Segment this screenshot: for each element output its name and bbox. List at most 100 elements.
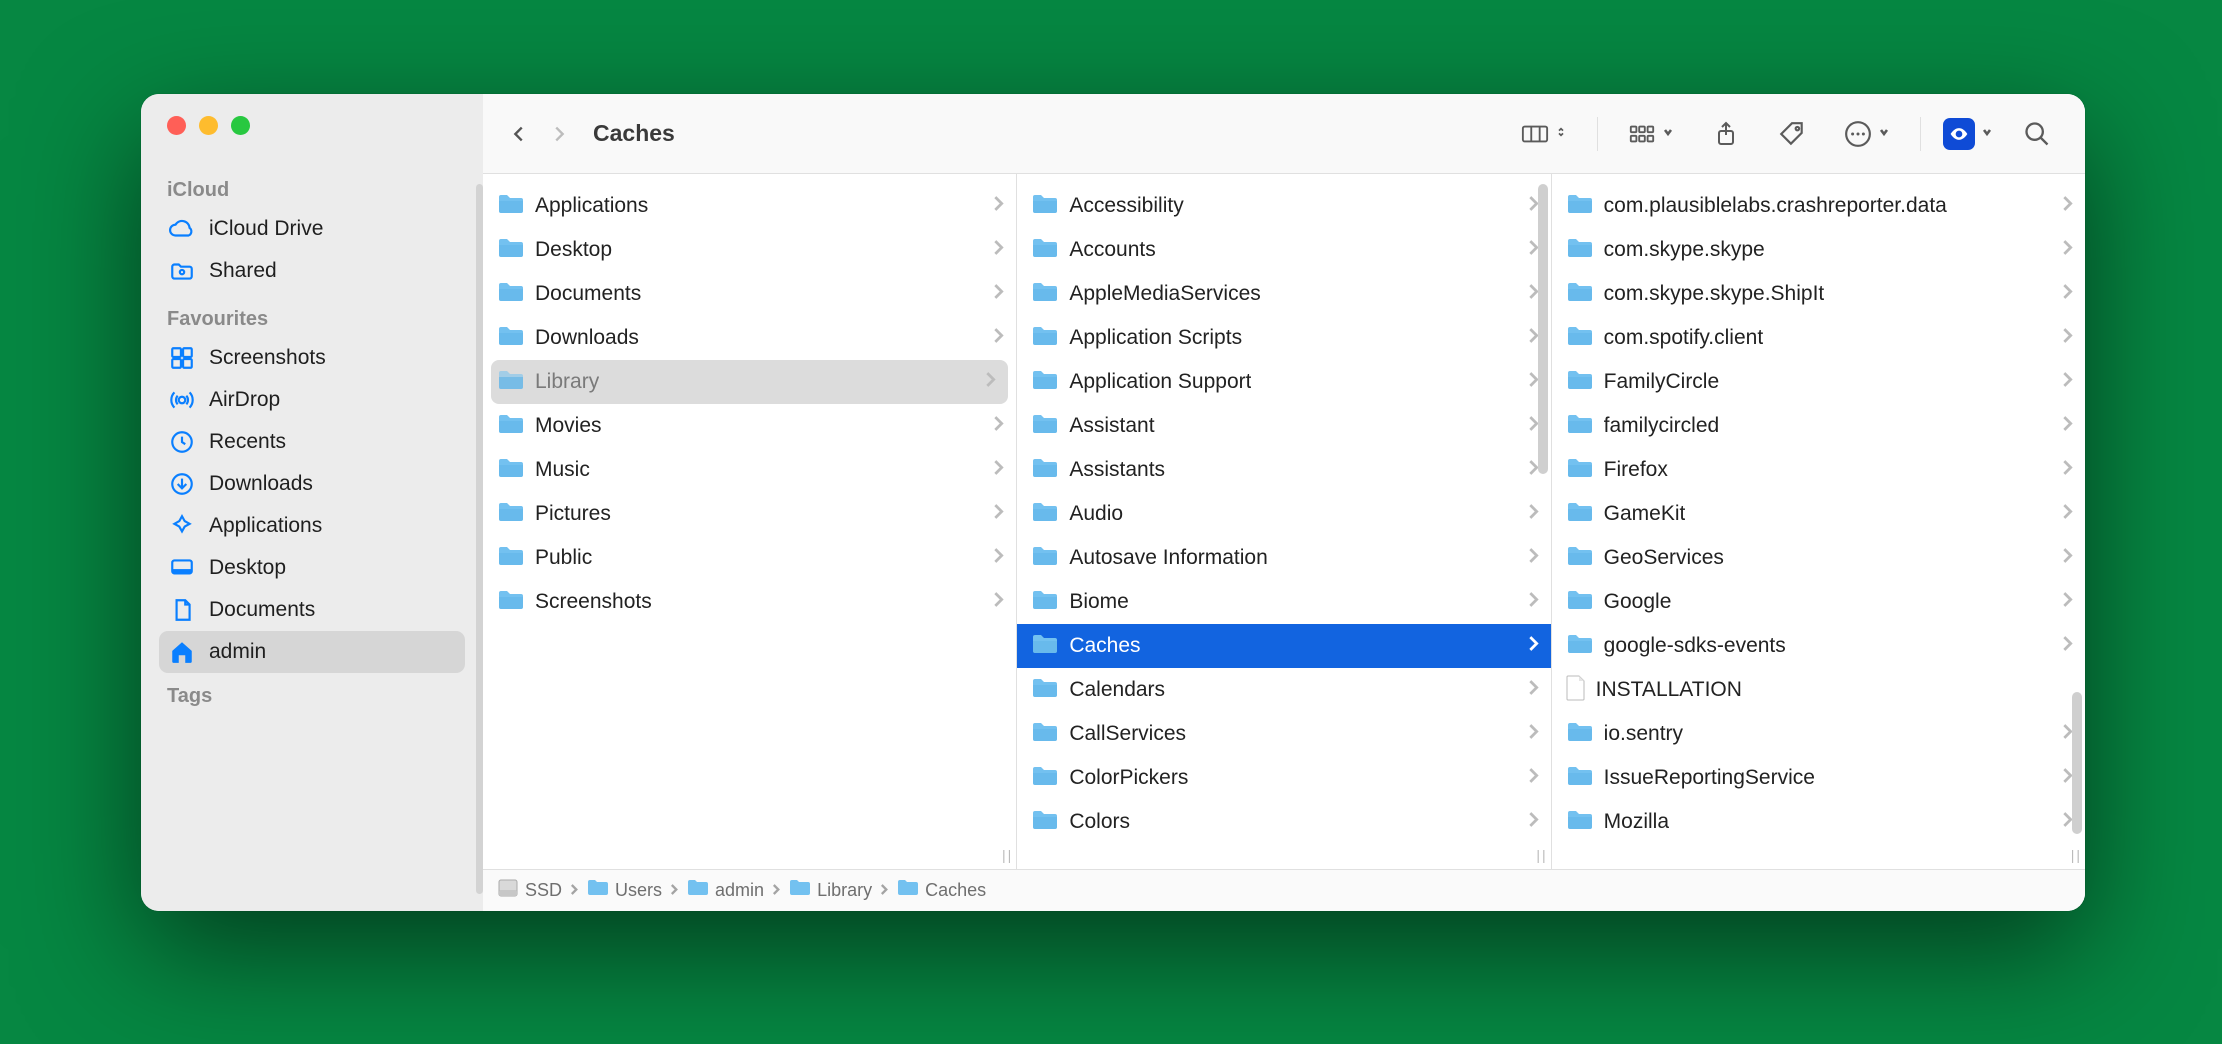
path-label: admin bbox=[715, 880, 764, 901]
folder-icon bbox=[1031, 633, 1059, 660]
sidebar-item-desktop[interactable]: Desktop bbox=[159, 547, 465, 589]
folder-icon bbox=[1566, 237, 1594, 264]
file-label: FamilyCircle bbox=[1604, 370, 1720, 394]
folder-icon bbox=[1031, 413, 1059, 440]
nav-back-button[interactable] bbox=[499, 114, 539, 154]
file-row[interactable]: com.spotify.client bbox=[1552, 316, 2085, 360]
sidebar-scrollbar[interactable] bbox=[476, 184, 483, 894]
search-button[interactable] bbox=[2015, 114, 2059, 154]
folder-icon bbox=[1566, 501, 1594, 528]
file-row[interactable]: Accounts bbox=[1017, 228, 1550, 272]
share-button[interactable] bbox=[1704, 114, 1748, 154]
sidebar-item-shared[interactable]: Shared bbox=[159, 250, 465, 292]
file-row[interactable]: Application Support bbox=[1017, 360, 1550, 404]
file-row[interactable]: com.skype.skype.ShipIt bbox=[1552, 272, 2085, 316]
column-scrollbar[interactable] bbox=[2072, 692, 2082, 834]
chevron-right-icon bbox=[993, 327, 1004, 349]
fullscreen-window-button[interactable] bbox=[231, 116, 250, 135]
path-segment[interactable]: admin bbox=[687, 879, 764, 902]
file-row[interactable]: GeoServices bbox=[1552, 536, 2085, 580]
folder-icon bbox=[1031, 193, 1059, 220]
path-segment[interactable]: Library bbox=[789, 879, 872, 902]
file-label: GameKit bbox=[1604, 502, 1686, 526]
file-row[interactable]: google-sdks-events bbox=[1552, 624, 2085, 668]
file-row[interactable]: CallServices bbox=[1017, 712, 1550, 756]
column-resize-handle[interactable]: || bbox=[1002, 847, 1013, 863]
file-row[interactable]: Google bbox=[1552, 580, 2085, 624]
sidebar-item-admin[interactable]: admin bbox=[159, 631, 465, 673]
file-row[interactable]: io.sentry bbox=[1552, 712, 2085, 756]
folder-icon bbox=[1031, 545, 1059, 572]
path-segment[interactable]: Caches bbox=[897, 879, 986, 902]
file-label: Assistants bbox=[1069, 458, 1165, 482]
file-row[interactable]: Public bbox=[483, 536, 1016, 580]
file-row[interactable]: Accessibility bbox=[1017, 184, 1550, 228]
column-scrollbar[interactable] bbox=[1538, 184, 1548, 474]
sidebar-item-recents[interactable]: Recents bbox=[159, 421, 465, 463]
file-row[interactable]: Downloads bbox=[483, 316, 1016, 360]
file-row[interactable]: com.plausiblelabs.crashreporter.data bbox=[1552, 184, 2085, 228]
file-row[interactable]: ColorPickers bbox=[1017, 756, 1550, 800]
file-row[interactable]: AppleMediaServices bbox=[1017, 272, 1550, 316]
file-row[interactable]: Desktop bbox=[483, 228, 1016, 272]
column-resize-handle[interactable]: || bbox=[2071, 847, 2082, 863]
column-resize-handle[interactable]: || bbox=[1536, 847, 1547, 863]
path-segment[interactable]: SSD bbox=[497, 877, 562, 904]
file-row[interactable]: FamilyCircle bbox=[1552, 360, 2085, 404]
file-row[interactable]: Firefox bbox=[1552, 448, 2085, 492]
sidebar-item-screenshots[interactable]: Screenshots bbox=[159, 337, 465, 379]
folder-icon bbox=[497, 325, 525, 352]
nav-forward-button[interactable] bbox=[539, 114, 579, 154]
chevron-down-icon bbox=[1662, 125, 1674, 143]
folder-icon bbox=[497, 589, 525, 616]
sidebar-item-applications[interactable]: Applications bbox=[159, 505, 465, 547]
file-row[interactable]: Assistants bbox=[1017, 448, 1550, 492]
minimize-window-button[interactable] bbox=[199, 116, 218, 135]
sidebar-section-tags-label: Tags bbox=[141, 673, 483, 708]
tags-button[interactable] bbox=[1770, 114, 1814, 154]
file-row[interactable]: IssueReportingService bbox=[1552, 756, 2085, 800]
file-row[interactable]: Library bbox=[491, 360, 1008, 404]
view-columns-button[interactable] bbox=[1513, 114, 1575, 154]
file-row[interactable]: Caches bbox=[1017, 624, 1550, 668]
folder-icon bbox=[1566, 809, 1594, 836]
chevron-right-icon bbox=[993, 283, 1004, 305]
file-row[interactable]: Mozilla bbox=[1552, 800, 2085, 844]
file-row[interactable]: Audio bbox=[1017, 492, 1550, 536]
sidebar-item-icloud-drive[interactable]: iCloud Drive bbox=[159, 208, 465, 250]
file-row[interactable]: Applications bbox=[483, 184, 1016, 228]
file-row[interactable]: com.skype.skype bbox=[1552, 228, 2085, 272]
folder-icon bbox=[1566, 281, 1594, 308]
action-menu-button[interactable] bbox=[1836, 114, 1898, 154]
file-row[interactable]: Biome bbox=[1017, 580, 1550, 624]
close-window-button[interactable] bbox=[167, 116, 186, 135]
sidebar-item-downloads[interactable]: Downloads bbox=[159, 463, 465, 505]
file-row[interactable]: Movies bbox=[483, 404, 1016, 448]
file-label: Music bbox=[535, 458, 590, 482]
file-row[interactable]: INSTALLATION bbox=[1552, 668, 2085, 712]
group-by-button[interactable] bbox=[1620, 114, 1682, 154]
finder-columns: ApplicationsDesktopDocumentsDownloadsLib… bbox=[483, 174, 2085, 869]
file-row[interactable]: Autosave Information bbox=[1017, 536, 1550, 580]
folder-icon bbox=[1566, 589, 1594, 616]
sidebar-item-documents[interactable]: Documents bbox=[159, 589, 465, 631]
file-row[interactable]: GameKit bbox=[1552, 492, 2085, 536]
sidebar-item-airdrop[interactable]: AirDrop bbox=[159, 379, 465, 421]
file-row[interactable]: Application Scripts bbox=[1017, 316, 1550, 360]
file-row[interactable]: Music bbox=[483, 448, 1016, 492]
path-segment[interactable]: Users bbox=[587, 879, 662, 902]
desktop-icon bbox=[169, 555, 195, 581]
chevron-right-icon bbox=[1528, 547, 1539, 569]
file-row[interactable]: Calendars bbox=[1017, 668, 1550, 712]
file-row[interactable]: Assistant bbox=[1017, 404, 1550, 448]
file-row[interactable]: Colors bbox=[1017, 800, 1550, 844]
file-row[interactable]: familycircled bbox=[1552, 404, 2085, 448]
file-row[interactable]: Pictures bbox=[483, 492, 1016, 536]
folder-icon bbox=[1031, 457, 1059, 484]
file-row[interactable]: Documents bbox=[483, 272, 1016, 316]
file-label: familycircled bbox=[1604, 414, 1720, 438]
file-label: google-sdks-events bbox=[1604, 634, 1786, 658]
quicklook-extension-button[interactable] bbox=[1943, 118, 1975, 150]
chevron-right-icon bbox=[1528, 723, 1539, 745]
file-row[interactable]: Screenshots bbox=[483, 580, 1016, 624]
